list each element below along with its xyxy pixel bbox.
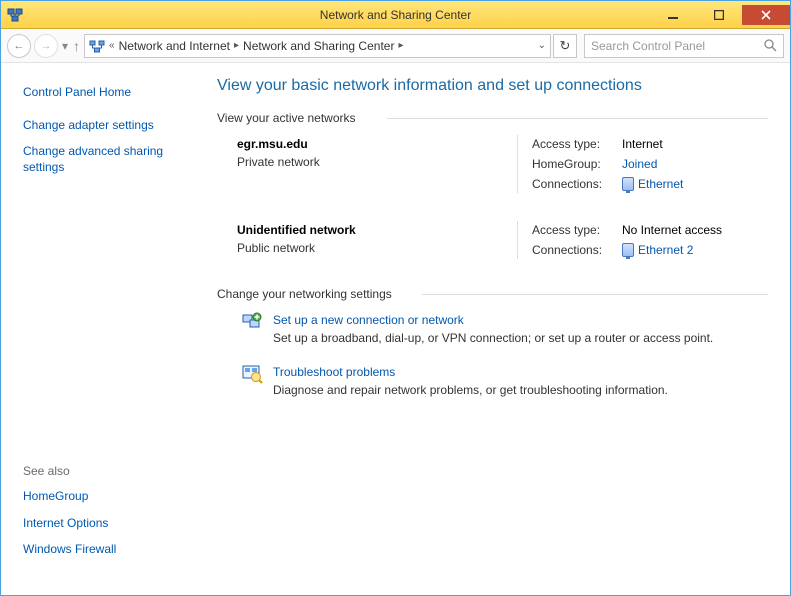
breadcrumb-prefix[interactable]: « [109,40,115,51]
back-button[interactable]: ← [7,34,31,58]
connection-name: Ethernet [638,175,683,193]
refresh-button[interactable]: ↻ [553,34,577,58]
troubleshoot-title: Troubleshoot problems [273,363,668,381]
setup-connection-item[interactable]: Set up a new connection or network Set u… [241,311,768,347]
windows-firewall-link[interactable]: Windows Firewall [23,541,195,557]
network-type: Private network [237,153,517,171]
app-icon [7,7,23,23]
access-type-label: Access type: [532,135,622,153]
troubleshoot-item[interactable]: Troubleshoot problems Diagnose and repai… [241,363,768,399]
see-also-label: See also [23,464,195,478]
breadcrumb[interactable]: « Network and Internet ▸ Network and Sha… [84,34,551,58]
access-type-label: Access type: [532,221,622,239]
titlebar: Network and Sharing Center [1,1,790,29]
search-icon [764,39,777,52]
main-content: View your basic network information and … [209,63,790,595]
chevron-right-icon[interactable]: ▸ [234,40,239,51]
ethernet-icon [622,243,634,257]
access-type-value: No Internet access [622,221,722,239]
network-block-1: egr.msu.edu Private network Access type:… [237,135,768,193]
troubleshoot-desc: Diagnose and repair network problems, or… [273,381,668,399]
setup-connection-icon [241,311,263,333]
control-panel-home-link[interactable]: Control Panel Home [23,85,195,99]
homegroup-link[interactable]: Joined [622,155,683,173]
chevron-right-icon[interactable]: ▸ [398,40,403,51]
breadcrumb-dropdown-icon[interactable]: ⌄ [538,40,546,51]
internet-options-link[interactable]: Internet Options [23,515,195,531]
connection-link-ethernet2[interactable]: Ethernet 2 [622,241,722,259]
search-placeholder: Search Control Panel [591,39,705,53]
close-button[interactable] [742,5,790,25]
recent-dropdown-icon[interactable]: ▾ [61,39,69,53]
change-settings-header: Change your networking settings [217,287,768,301]
change-adapter-settings-link[interactable]: Change adapter settings [23,117,195,133]
network-block-2: Unidentified network Public network Acce… [237,221,768,259]
setup-connection-desc: Set up a broadband, dial-up, or VPN conn… [273,329,713,347]
breadcrumb-item-network-internet[interactable]: Network and Internet [119,39,230,53]
access-type-value: Internet [622,135,683,153]
connection-name: Ethernet 2 [638,241,693,259]
forward-button[interactable]: → [34,34,58,58]
homegroup-label: HomeGroup: [532,155,622,173]
change-advanced-sharing-link[interactable]: Change advanced sharing settings [23,143,195,175]
nav-row: ← → ▾ ↑ « Network and Internet ▸ Network… [1,29,790,63]
network-icon [89,38,105,54]
window-controls [650,5,790,25]
setup-connection-title: Set up a new connection or network [273,311,713,329]
sidebar: Control Panel Home Change adapter settin… [1,63,209,595]
troubleshoot-icon [241,363,263,385]
active-networks-header: View your active networks [217,111,768,125]
maximize-button[interactable] [696,5,742,25]
connections-label: Connections: [532,175,622,193]
ethernet-icon [622,177,634,191]
up-button[interactable]: ↑ [72,38,81,54]
homegroup-link[interactable]: HomeGroup [23,488,195,504]
network-name: Unidentified network [237,221,517,239]
search-input[interactable]: Search Control Panel [584,34,784,58]
connections-label: Connections: [532,241,622,259]
connection-link-ethernet[interactable]: Ethernet [622,175,683,193]
breadcrumb-item-network-sharing[interactable]: Network and Sharing Center [243,39,394,53]
page-title: View your basic network information and … [217,77,768,95]
network-type: Public network [237,239,517,257]
minimize-button[interactable] [650,5,696,25]
network-name: egr.msu.edu [237,135,517,153]
